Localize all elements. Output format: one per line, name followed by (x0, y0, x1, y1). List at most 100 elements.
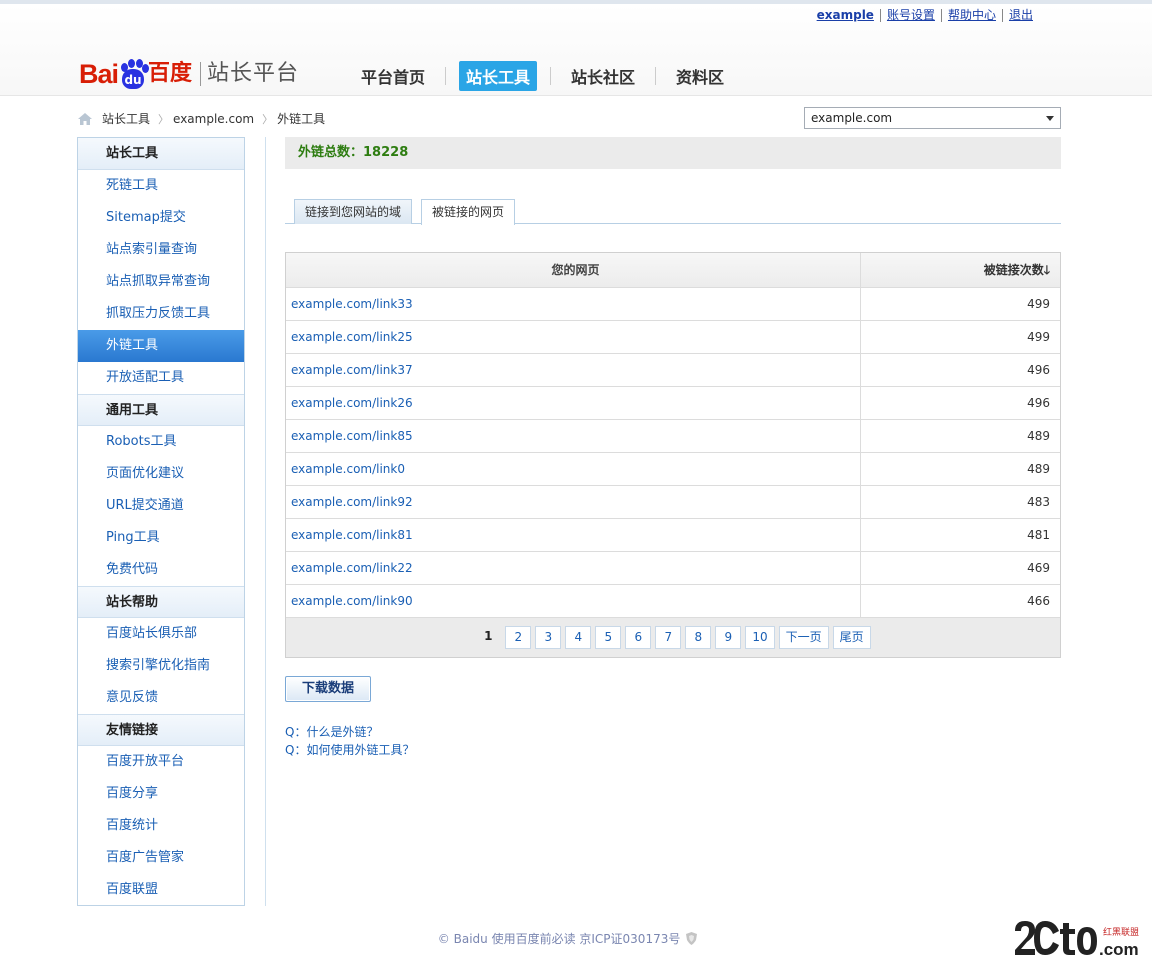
backlink-total-label: 外链总数： (298, 145, 364, 160)
sort-down-icon: 🡓 (1043, 263, 1050, 277)
help-center-link[interactable]: 帮助中心 (940, 9, 1002, 22)
page-4[interactable]: 4 (565, 626, 592, 649)
site-select-value: example.com (811, 111, 893, 125)
table-row: example.com/link92 483 (286, 486, 1060, 519)
page-3[interactable]: 3 (535, 626, 562, 649)
link-count: 469 (1027, 561, 1050, 575)
footer-text: © Baidu 使用百度前必读 京ICP证030173号 (437, 932, 681, 946)
shield-icon[interactable] (686, 932, 698, 945)
sidebar-item-dead-links[interactable]: 死链工具 (78, 170, 244, 202)
link-count: 489 (1027, 462, 1050, 476)
breadcrumb-tools[interactable]: 站长工具 (102, 110, 150, 127)
username-link[interactable]: example (811, 9, 880, 22)
page-10[interactable]: 10 (745, 626, 775, 649)
page-link[interactable]: example.com/link25 (291, 330, 413, 344)
sidebar-item-seo-guide[interactable]: 搜索引擎优化指南 (78, 650, 244, 682)
faq-how-to-use[interactable]: Q：如何使用外链工具？ (285, 741, 414, 759)
page-link[interactable]: example.com/link0 (291, 462, 405, 476)
chevron-right-icon: 〉 (262, 112, 274, 126)
sidebar-item-page-optimization[interactable]: 页面优化建议 (78, 458, 244, 490)
page-link[interactable]: example.com/link90 (291, 594, 413, 608)
account-settings-link[interactable]: 账号设置 (879, 9, 941, 22)
page-2[interactable]: 2 (505, 626, 532, 649)
sidebar-item-url-submit[interactable]: URL提交通道 (78, 490, 244, 522)
download-data-button[interactable]: 下载数据 (285, 676, 371, 702)
baidu-logo[interactable]: Bai du 百度 站长平台 (79, 43, 299, 89)
sidebar-item-sitemap[interactable]: Sitemap提交 (78, 202, 244, 234)
pagination: 1 2 3 4 5 6 7 8 9 10 下一页 尾页 (286, 618, 1060, 657)
page-6[interactable]: 6 (625, 626, 652, 649)
page-8[interactable]: 8 (685, 626, 712, 649)
page-link[interactable]: example.com/link92 (291, 495, 413, 509)
sidebar-item-index-query[interactable]: 站点索引量查询 (78, 234, 244, 266)
site-watermark-logo: 红黑联盟 .com (1015, 921, 1139, 959)
page-link[interactable]: example.com/link37 (291, 363, 413, 377)
tab-linked-pages[interactable]: 被链接的网页 (421, 199, 516, 225)
page-link[interactable]: example.com/link85 (291, 429, 413, 443)
link-count: 481 (1027, 528, 1050, 542)
logo-divider (200, 62, 202, 86)
link-count: 499 (1027, 330, 1050, 344)
sidebar-item-open-adaptation[interactable]: 开放适配工具 (78, 362, 244, 394)
table-row: example.com/link33 499 (286, 288, 1060, 321)
breadcrumb-current: 外链工具 (277, 112, 326, 126)
sidebar-section-webmaster-tools: 站长工具 (78, 138, 244, 170)
page-link[interactable]: example.com/link33 (291, 297, 413, 311)
last-page-button[interactable]: 尾页 (832, 626, 871, 649)
page-link[interactable]: example.com/link22 (291, 561, 413, 575)
link-count: 466 (1027, 594, 1050, 608)
footer: © Baidu 使用百度前必读 京ICP证030173号 (0, 930, 1135, 947)
backlink-total-value: 18228 (363, 145, 409, 160)
page-7[interactable]: 7 (655, 626, 682, 649)
sidebar-item-crawl-errors[interactable]: 站点抓取异常查询 (78, 266, 244, 298)
main-nav: 平台首页 站长工具 站长社区 资料区 (354, 61, 744, 91)
link-count: 483 (1027, 495, 1050, 509)
sidebar-item-feedback[interactable]: 意见反馈 (78, 682, 244, 714)
logout-link[interactable]: 退出 (1001, 9, 1039, 22)
site-select[interactable]: example.com (804, 107, 1061, 129)
page-5[interactable]: 5 (595, 626, 622, 649)
table-row: example.com/link0 489 (286, 453, 1060, 486)
faq-what-is-backlink[interactable]: Q：什么是外链？ (285, 723, 414, 741)
table-header: 您的网页 被链接次数🡓 (286, 253, 1060, 288)
table-row: example.com/link26 496 (286, 387, 1060, 420)
page-current: 1 (484, 629, 493, 643)
nav-divider (445, 67, 447, 85)
sidebar-item-open-platform[interactable]: 百度开放平台 (78, 746, 244, 778)
page-link[interactable]: example.com/link81 (291, 528, 413, 542)
breadcrumb-site[interactable]: example.com (173, 112, 254, 126)
column-header-count[interactable]: 被链接次数🡓 (861, 253, 1060, 287)
logo-text-bai: Bai (79, 59, 119, 89)
sidebar-section-help: 站长帮助 (78, 586, 244, 618)
nav-divider (655, 67, 657, 85)
sidebar-item-robots[interactable]: Robots工具 (78, 426, 244, 458)
table-row: example.com/link25 499 (286, 321, 1060, 354)
chevron-down-icon (1046, 116, 1054, 121)
nav-webmaster-community[interactable]: 站长社区 (564, 61, 642, 91)
sidebar-item-share[interactable]: 百度分享 (78, 778, 244, 810)
page-9[interactable]: 9 (715, 626, 742, 649)
sidebar-item-union[interactable]: 百度联盟 (78, 874, 244, 906)
nav-platform-home[interactable]: 平台首页 (354, 61, 432, 91)
link-count: 496 (1027, 363, 1050, 377)
page-link[interactable]: example.com/link26 (291, 396, 413, 410)
home-icon[interactable] (78, 112, 92, 125)
sidebar-item-ad-manager[interactable]: 百度广告管家 (78, 842, 244, 874)
sidebar-item-crawl-pressure[interactable]: 抓取压力反馈工具 (78, 298, 244, 330)
paw-icon: du (119, 59, 150, 89)
tab-linking-domains[interactable]: 链接到您网站的域 (294, 199, 413, 224)
sidebar: 站长工具 死链工具 Sitemap提交 站点索引量查询 站点抓取异常查询 抓取压… (77, 137, 245, 906)
sidebar-item-club[interactable]: 百度站长俱乐部 (78, 618, 244, 650)
faq-links: Q：什么是外链？ Q：如何使用外链工具？ (285, 723, 414, 759)
nav-webmaster-tools[interactable]: 站长工具 (459, 61, 538, 91)
link-count: 489 (1027, 429, 1050, 443)
column-header-page[interactable]: 您的网页 (286, 253, 861, 287)
sidebar-item-free-code[interactable]: 免费代码 (78, 554, 244, 586)
logo-subtitle: 站长平台 (207, 61, 300, 86)
sidebar-item-ping[interactable]: Ping工具 (78, 522, 244, 554)
svg-text:红黑联盟: 红黑联盟 (1103, 926, 1139, 938)
sidebar-item-backlinks[interactable]: 外链工具 (78, 330, 244, 362)
nav-resources[interactable]: 资料区 (669, 61, 731, 91)
next-page-button[interactable]: 下一页 (778, 626, 829, 649)
sidebar-item-analytics[interactable]: 百度统计 (78, 810, 244, 842)
